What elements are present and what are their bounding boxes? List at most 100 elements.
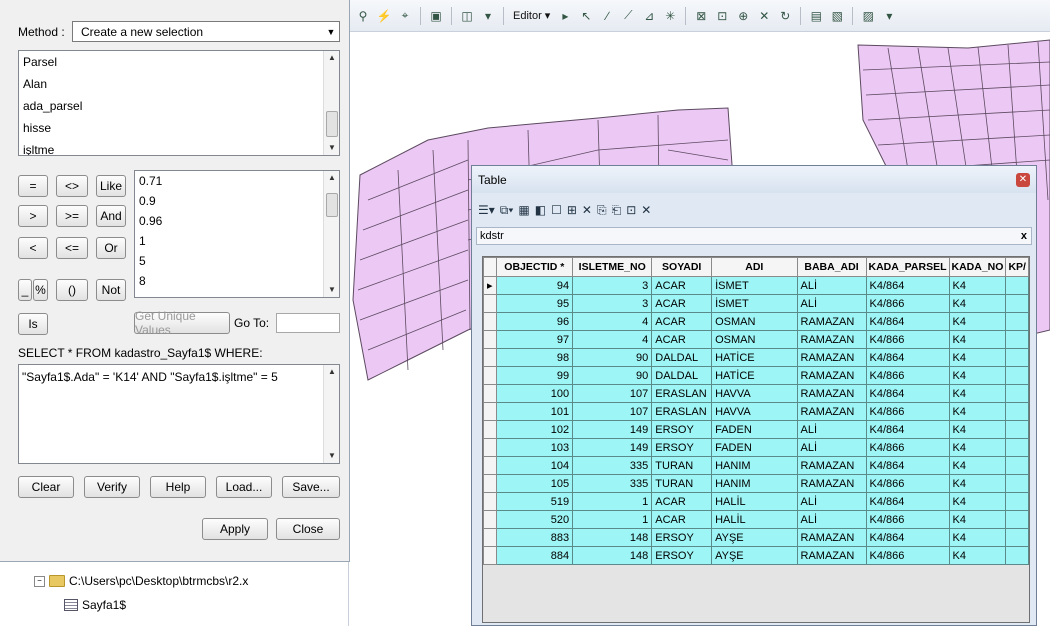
attributes-icon[interactable]: ▤: [807, 7, 825, 25]
close-icon[interactable]: ✕: [1016, 173, 1030, 187]
table-cell[interactable]: K4: [948, 348, 1007, 367]
select-by-attributes-icon[interactable]: ▦: [518, 203, 529, 217]
table-row[interactable]: 96 4 ACAR OSMAN RAMAZAN K4/864 K4: [483, 312, 1029, 331]
table-cell[interactable]: ERASLAN: [651, 384, 713, 403]
toc-table-row[interactable]: Sayfa1$: [64, 598, 126, 612]
rotate-icon[interactable]: ⊡: [713, 7, 731, 25]
table-cell[interactable]: 884: [495, 546, 574, 565]
close-tab-icon[interactable]: x: [1021, 230, 1027, 242]
table-cell[interactable]: ALİ: [796, 276, 867, 295]
table-cell[interactable]: RAMAZAN: [796, 312, 867, 331]
table-cell[interactable]: K4: [948, 330, 1007, 349]
apply-button[interactable]: Apply: [202, 518, 268, 540]
table-cell[interactable]: ALİ: [796, 510, 867, 529]
switch-selection-icon[interactable]: ◧: [535, 203, 546, 217]
table-cell[interactable]: AYŞE: [711, 528, 798, 547]
table-row[interactable]: 103 149 ERSOY FADEN ALİ K4/866 K4: [483, 438, 1029, 457]
row-selector[interactable]: [483, 366, 497, 385]
delete-icon[interactable]: ✕: [755, 7, 773, 25]
table-cell[interactable]: 148: [572, 546, 653, 565]
move-icon[interactable]: ⊕: [734, 7, 752, 25]
table-cell[interactable]: İSMET: [711, 294, 798, 313]
scroll-up-icon[interactable]: ▲: [324, 51, 339, 65]
table-cell[interactable]: K4/866: [865, 546, 950, 565]
row-selector[interactable]: [483, 312, 497, 331]
value-item[interactable]: 0.9: [135, 191, 339, 211]
value-item[interactable]: 0.71: [135, 171, 339, 191]
row-selector[interactable]: [483, 528, 497, 547]
table-row[interactable]: 101 107 ERASLAN HAVVA RAMAZAN K4/866 K4: [483, 402, 1029, 421]
table-cell[interactable]: HAVVA: [711, 402, 798, 421]
table-cell[interactable]: ERSOY: [651, 420, 713, 439]
table-cell[interactable]: K4/866: [865, 510, 950, 529]
scroll-thumb[interactable]: [326, 111, 338, 137]
scroll-up-icon[interactable]: ▲: [324, 365, 340, 379]
table-cell[interactable]: DALDAL: [651, 348, 713, 367]
table-cell[interactable]: HALİL: [711, 492, 798, 511]
table-cell[interactable]: ALİ: [796, 294, 867, 313]
table-cell[interactable]: K4: [948, 546, 1007, 565]
move-selected-icon[interactable]: ⊡: [626, 203, 636, 217]
table-cell[interactable]: K4: [948, 438, 1007, 457]
editor-options-icon[interactable]: ▨: [859, 7, 877, 25]
table-row[interactable]: 97 4 ACAR OSMAN RAMAZAN K4/866 K4: [483, 330, 1029, 349]
table-cell[interactable]: K4: [948, 276, 1007, 295]
table-cell[interactable]: K4: [948, 510, 1007, 529]
table-cell[interactable]: K4: [948, 384, 1007, 403]
hyperlink-icon[interactable]: ⚡: [375, 7, 393, 25]
table-cell[interactable]: K4/864: [865, 348, 950, 367]
table-cell[interactable]: 148: [572, 528, 653, 547]
table-row[interactable]: 102 149 ERSOY FADEN ALİ K4/864 K4: [483, 420, 1029, 439]
table-cell[interactable]: [1005, 420, 1029, 439]
row-selector[interactable]: [483, 510, 497, 529]
table-cell[interactable]: 1: [572, 492, 653, 511]
table-cell[interactable]: 335: [572, 474, 653, 493]
table-cell[interactable]: K4/864: [865, 384, 950, 403]
table-cell[interactable]: [1005, 330, 1029, 349]
table-cell[interactable]: 104: [495, 456, 574, 475]
greater-equal-button[interactable]: >=: [56, 205, 88, 227]
greater-button[interactable]: >: [18, 205, 48, 227]
table-cell[interactable]: K4/866: [865, 438, 950, 457]
delete-selected-icon[interactable]: ✕: [582, 203, 592, 217]
table-cell[interactable]: FADEN: [711, 438, 798, 457]
fields-scrollbar[interactable]: ▲ ▼: [323, 51, 339, 155]
value-item[interactable]: 8: [135, 271, 339, 291]
get-unique-values-button[interactable]: Get Unique Values: [134, 309, 230, 337]
toc-folder-row[interactable]: − C:\Users\pc\Desktop\btrmcbs\r2.x: [34, 574, 248, 588]
table-cell[interactable]: 97: [495, 330, 574, 349]
table-row[interactable]: 883 148 ERSOY AYŞE RAMAZAN K4/864 K4: [483, 528, 1029, 547]
table-cell[interactable]: 1: [572, 510, 653, 529]
column-header[interactable]: ISLETME_NO: [572, 257, 653, 277]
table-cell[interactable]: OSMAN: [711, 312, 798, 331]
values-scrollbar[interactable]: ▲ ▼: [323, 171, 339, 297]
table-row[interactable]: 100 107 ERASLAN HAVVA RAMAZAN K4/864 K4: [483, 384, 1029, 403]
table-cell[interactable]: K4/864: [865, 456, 950, 475]
paste-icon[interactable]: ⎗: [612, 203, 622, 218]
table-cell[interactable]: ACAR: [651, 330, 713, 349]
close-button[interactable]: Close: [276, 518, 340, 540]
table-cell[interactable]: ALİ: [796, 492, 867, 511]
help-button[interactable]: Help: [150, 476, 206, 498]
table-cell[interactable]: [1005, 366, 1029, 385]
table-cell[interactable]: ALİ: [796, 420, 867, 439]
table-cell[interactable]: HAVVA: [711, 384, 798, 403]
row-selector[interactable]: [483, 420, 497, 439]
table-cell[interactable]: K4: [948, 312, 1007, 331]
table-cell[interactable]: RAMAZAN: [796, 528, 867, 547]
table-cell[interactable]: HATİCE: [711, 366, 798, 385]
table-cell[interactable]: 149: [572, 420, 653, 439]
table-cell[interactable]: [1005, 312, 1029, 331]
table-cell[interactable]: 107: [572, 384, 653, 403]
row-selector[interactable]: [483, 402, 497, 421]
table-cell[interactable]: [1005, 438, 1029, 457]
table-cell[interactable]: 103: [495, 438, 574, 457]
table-cell[interactable]: 95: [495, 294, 574, 313]
equals-button[interactable]: =: [18, 175, 48, 197]
table-cell[interactable]: 4: [572, 312, 653, 331]
like-button[interactable]: Like: [96, 175, 126, 197]
table-cell[interactable]: 520: [495, 510, 574, 529]
goto-xy-icon[interactable]: ⌖: [396, 7, 414, 25]
table-cell[interactable]: DALDAL: [651, 366, 713, 385]
zoom-to-selected-icon[interactable]: ⊞: [567, 203, 577, 217]
